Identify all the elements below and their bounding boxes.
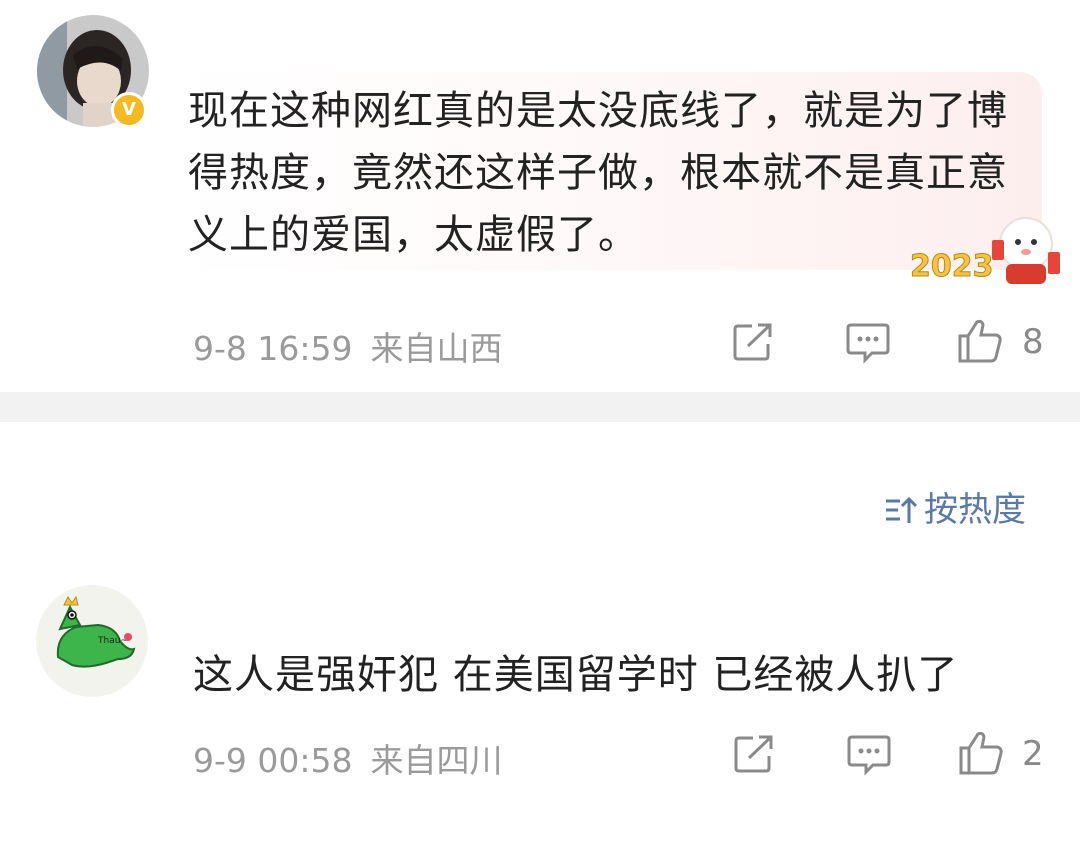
new-year-sticker: 2023 xyxy=(910,217,1060,285)
sort-icon xyxy=(886,496,918,523)
like-count: 2 xyxy=(1022,734,1044,774)
user-avatar[interactable]: Thau~ xyxy=(36,585,148,697)
section-divider xyxy=(0,392,1080,422)
thumbs-up-icon[interactable] xyxy=(958,730,1004,776)
sort-by-hot-button[interactable]: 按热度 xyxy=(884,482,1026,531)
thumbs-up-icon[interactable] xyxy=(957,318,1003,364)
comment-location: 来自山西 xyxy=(370,329,503,368)
comment-meta: 9-8 16:59 来自山西 xyxy=(193,322,503,370)
comment-date: 9-8 16:59 xyxy=(193,329,353,368)
comment-icon[interactable] xyxy=(847,734,891,776)
comment-meta: 9-9 00:58 来自四川 xyxy=(193,734,503,782)
share-icon[interactable] xyxy=(733,734,777,774)
comment-date: 9-9 00:58 xyxy=(193,741,353,780)
share-icon[interactable] xyxy=(732,322,776,362)
comment-location: 来自四川 xyxy=(370,741,503,780)
avatar-crocodile: Thau~ xyxy=(36,585,148,697)
avatar-text: Thau~ xyxy=(97,636,128,646)
sort-label: 按热度 xyxy=(924,490,1026,530)
comment-text: 这人是强奸犯 在美国留学时 已经被人扒了 xyxy=(193,652,959,698)
comment-icon[interactable] xyxy=(846,322,890,364)
comment-text: 现在这种网红真的是太没底线了，就是为了博得热度，竟然还这样子做，根本就不是真正意… xyxy=(188,88,1008,258)
like-count: 8 xyxy=(1022,322,1044,362)
verified-badge-icon: V xyxy=(111,92,147,128)
sticker-year: 2023 xyxy=(910,249,994,284)
